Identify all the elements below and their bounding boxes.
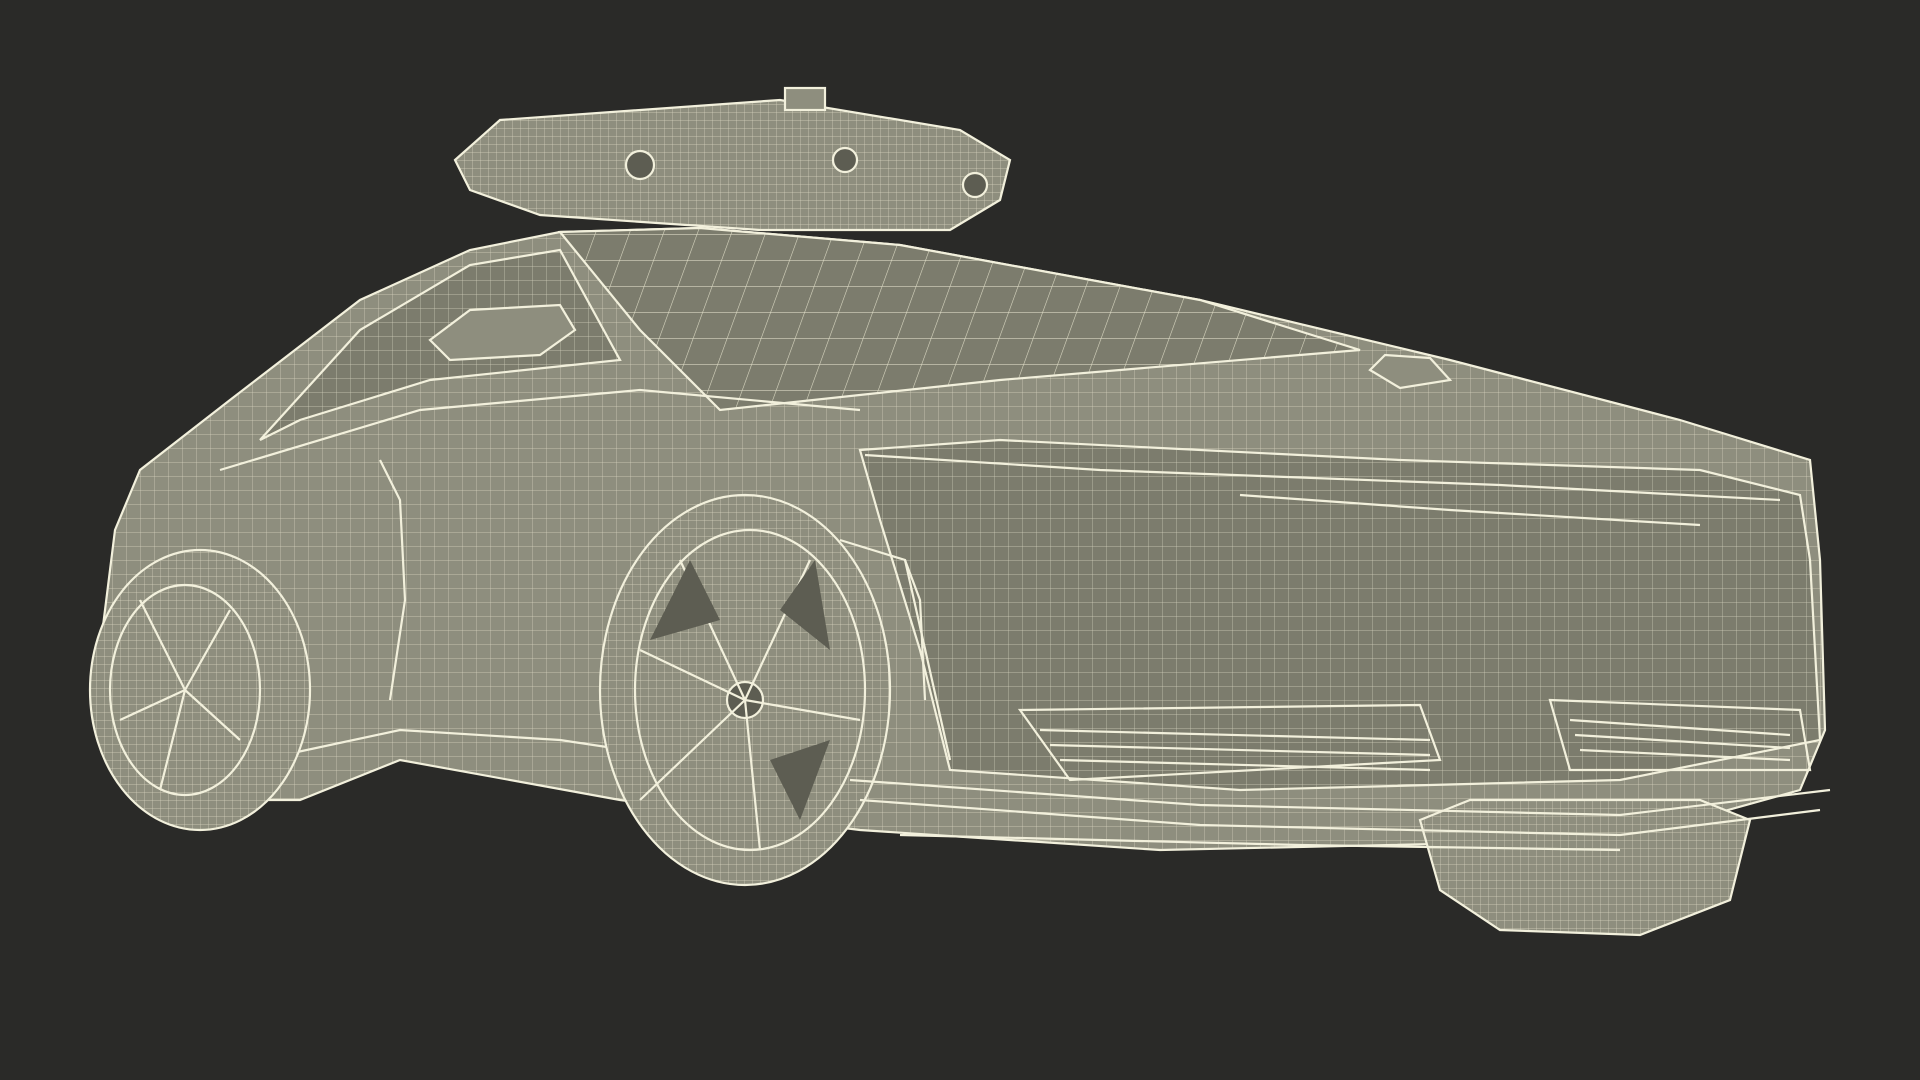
roof-sensor-pod	[453, 86, 1012, 232]
render-viewport	[0, 0, 1920, 1080]
wireframe-car-illustration	[88, 86, 1831, 937]
front-wheel	[598, 493, 892, 887]
far-front-wheel	[1418, 798, 1752, 937]
rear-wheel	[88, 548, 312, 832]
front-fascia	[858, 438, 1822, 792]
